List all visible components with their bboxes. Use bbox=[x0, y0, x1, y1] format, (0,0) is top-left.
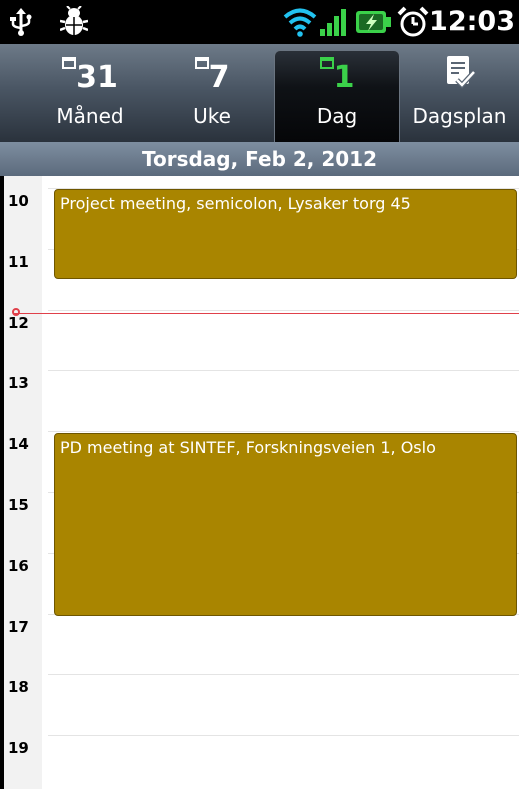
hour-label: 18 bbox=[8, 678, 29, 697]
event-project-meeting[interactable]: Project meeting, semicolon, Lysaker torg… bbox=[54, 189, 517, 279]
hour-divider bbox=[48, 370, 519, 372]
view-tab-bar: 31 Måned 7 Uke 1 Dag Dagsplan bbox=[0, 44, 519, 142]
hour-row[interactable]: 12 bbox=[4, 309, 519, 371]
hour-label: 19 bbox=[8, 739, 29, 758]
day-calendar-icon: 1 bbox=[281, 54, 393, 95]
hour-label: 15 bbox=[8, 496, 29, 514]
month-calendar-icon: 31 bbox=[34, 54, 146, 95]
hour-label: 10 bbox=[8, 192, 29, 210]
hour-label: 11 bbox=[8, 252, 29, 271]
status-clock: 12:03 bbox=[429, 6, 515, 37]
hour-divider bbox=[48, 309, 519, 311]
hour-label: 13 bbox=[8, 374, 29, 393]
hour-row[interactable]: 17 bbox=[4, 613, 519, 675]
hour-label: 14 bbox=[8, 435, 29, 454]
wifi-icon bbox=[282, 0, 318, 44]
event-title: PD meeting at SINTEF, Forskningsveien 1,… bbox=[60, 438, 436, 457]
event-pd-meeting[interactable]: PD meeting at SINTEF, Forskningsveien 1,… bbox=[54, 433, 517, 616]
hour-label: 17 bbox=[8, 617, 29, 636]
hour-label: 12 bbox=[8, 313, 29, 332]
usb-icon bbox=[6, 0, 36, 44]
agenda-list-icon bbox=[400, 54, 519, 94]
signal-icon bbox=[318, 0, 348, 44]
status-bar: 12:03 bbox=[0, 0, 519, 44]
tab-week-label: Uke bbox=[193, 104, 231, 128]
hour-divider bbox=[48, 674, 519, 676]
hour-label: 16 bbox=[8, 556, 29, 575]
tab-month-label: Måned bbox=[56, 104, 124, 128]
hour-row[interactable]: 13 bbox=[4, 370, 519, 431]
hour-divider bbox=[48, 735, 519, 737]
date-header: Torsdag, Feb 2, 2012 bbox=[0, 142, 519, 176]
alarm-icon bbox=[396, 0, 430, 44]
hour-row[interactable]: 19 bbox=[4, 735, 519, 796]
current-time-line bbox=[14, 313, 519, 314]
current-time-marker bbox=[12, 308, 20, 316]
debug-bug-icon bbox=[58, 0, 90, 44]
tab-agenda[interactable]: Dagsplan bbox=[400, 44, 519, 142]
tab-week[interactable]: 7 Uke bbox=[156, 44, 268, 142]
hour-row[interactable]: 18 bbox=[4, 674, 519, 735]
tab-day[interactable]: 1 Dag bbox=[281, 44, 393, 142]
battery-charging-icon bbox=[354, 0, 394, 44]
week-calendar-icon: 7 bbox=[156, 54, 268, 95]
event-title: Project meeting, semicolon, Lysaker torg… bbox=[60, 194, 411, 213]
tab-month[interactable]: 31 Måned bbox=[34, 44, 146, 142]
tab-day-label: Dag bbox=[316, 104, 358, 128]
tab-agenda-label: Dagsplan bbox=[412, 104, 507, 128]
